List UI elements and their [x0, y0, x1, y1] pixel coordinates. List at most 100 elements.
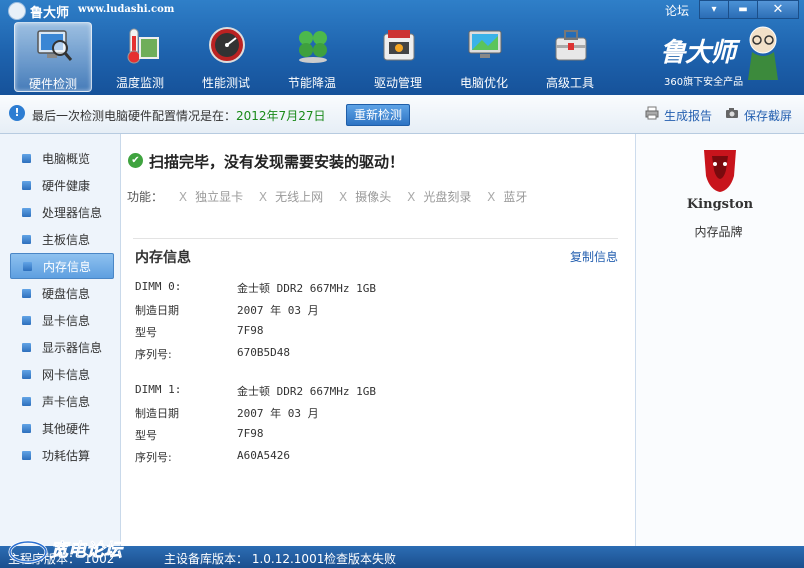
menu-dropdown-button[interactable]: ▾ — [699, 0, 729, 19]
check-icon: ✔ — [128, 153, 143, 168]
feature-item: X 无线上网 — [259, 190, 323, 204]
copy-info-link[interactable]: 复制信息 — [570, 248, 618, 265]
thermometer-icon — [127, 28, 159, 64]
model-value: 7F98 — [237, 427, 264, 440]
sidebar-item-label: 主板信息 — [42, 233, 91, 247]
minimize-button[interactable]: ▬ — [728, 0, 758, 19]
nav-driver[interactable]: 驱动管理 — [360, 22, 436, 90]
memory-brand-label: 内存品牌 — [694, 225, 743, 239]
main-panel: ✔ 扫描完毕，没有发现需要安装的驱动！ 功能： X 独立显卡 X 无线上网 X 摄像头… — [121, 134, 634, 546]
optimize-screen-icon — [468, 30, 502, 58]
window-controls: ▾ ▬ ✕ — [699, 0, 799, 19]
main-nav: 硬件检测 温度监测 性能测试 节能降温 驱动管理 电脑优化 高级工具 — [14, 22, 618, 92]
slot-label: DIMM 1: — [135, 383, 182, 396]
sidebar-item-motherboard[interactable]: 主板信息 — [10, 227, 112, 251]
mascot-icon — [748, 26, 778, 80]
sidebar-item-memory[interactable]: 内存信息 — [10, 253, 114, 279]
app-logo-icon — [8, 2, 26, 20]
nav-label: 温度监测 — [115, 76, 164, 90]
watermark-text: 宽电论坛 — [49, 540, 124, 561]
sidebar-item-gpu[interactable]: 显卡信息 — [10, 308, 112, 332]
sidebar-item-sound[interactable]: 声卡信息 — [10, 389, 112, 413]
last-check-date: 2012年7月27日 — [236, 109, 326, 123]
nav-optimize[interactable]: 电脑优化 — [446, 22, 522, 90]
sidebar-item-label: 内存信息 — [43, 260, 92, 274]
app-url: www.ludashi.com — [78, 4, 175, 15]
divider — [133, 238, 618, 239]
feature-item: X 独立显卡 — [179, 190, 243, 204]
feature-label: 独立显卡 — [195, 190, 244, 204]
app-header: 鲁大师 www.ludashi.com 论坛 ▾ ▬ ✕ 硬件检测 温度监测 性… — [0, 0, 804, 95]
nav-label: 电脑优化 — [459, 76, 508, 90]
feature-label: 光盘刻录 — [423, 190, 472, 204]
feature-item: X 光盘刻录 — [407, 190, 471, 204]
sidebar-item-power[interactable]: 功耗估算 — [10, 443, 112, 467]
sidebar-item-label: 硬件健康 — [42, 179, 91, 193]
nav-label: 性能测试 — [201, 76, 250, 90]
bullet-icon — [22, 316, 31, 325]
x-mark-icon: X — [339, 190, 348, 204]
bullet-icon — [22, 370, 31, 379]
nav-advanced-tools[interactable]: 高级工具 — [532, 22, 608, 90]
generate-report-link[interactable]: 生成报告 — [664, 107, 712, 124]
serial-label: 序列号: — [135, 451, 172, 464]
sidebar-item-cpu[interactable]: 处理器信息 — [10, 200, 112, 224]
forum-watermark: 宽电论坛 — [8, 540, 124, 564]
sidebar-item-overview[interactable]: 电脑概览 — [10, 146, 112, 170]
model-value: 7F98 — [237, 324, 264, 337]
sidebar-item-other[interactable]: 其他硬件 — [10, 416, 112, 440]
sidebar-item-display[interactable]: 显示器信息 — [10, 335, 112, 359]
info-icon: ! — [9, 105, 25, 121]
driver-box-icon — [383, 30, 415, 61]
printer-icon — [645, 106, 659, 120]
brand-subtitle: 360旗下安全产品 — [664, 77, 744, 88]
bullet-icon — [22, 397, 31, 406]
nav-label: 驱动管理 — [373, 76, 422, 90]
feature-label: 无线上网 — [275, 190, 324, 204]
monitor-magnifier-icon — [37, 30, 73, 61]
brand-panel: Kingston 内存品牌 — [635, 134, 804, 546]
sidebar-item-health[interactable]: 硬件健康 — [10, 173, 112, 197]
bullet-icon — [22, 208, 31, 217]
last-check-label: 最后一次检测电脑硬件配置情况是在： — [32, 109, 237, 123]
date-label: 制造日期 — [135, 407, 179, 420]
brand-name: 鲁大师 — [660, 38, 736, 68]
clover-leaf-icon — [299, 31, 327, 63]
nav-temperature[interactable]: 温度监测 — [102, 22, 178, 90]
close-button[interactable]: ✕ — [757, 0, 799, 19]
date-label: 制造日期 — [135, 304, 179, 317]
features-label: 功能： — [127, 190, 164, 204]
sidebar-item-network[interactable]: 网卡信息 — [10, 362, 112, 386]
feature-label: 蓝牙 — [503, 190, 528, 204]
model-label: 型号 — [135, 429, 157, 442]
date-value: 2007 年 03 月 — [237, 304, 319, 317]
feature-item: X 摄像头 — [339, 190, 391, 204]
nav-label: 硬件检测 — [28, 77, 77, 91]
info-bar: ! 最后一次检测电脑硬件配置情况是在：2012年7月27日 重新检测 生成报告 … — [0, 95, 804, 134]
sidebar-item-label: 硬盘信息 — [42, 287, 91, 301]
recheck-button[interactable]: 重新检测 — [346, 104, 410, 126]
serial-label: 序列号: — [135, 348, 172, 361]
x-mark-icon: X — [487, 190, 496, 204]
feature-item: X 蓝牙 — [487, 190, 527, 204]
sidebar-item-label: 电脑概览 — [42, 152, 91, 166]
speedometer-icon — [209, 27, 245, 63]
sidebar-item-disk[interactable]: 硬盘信息 — [10, 281, 112, 305]
x-mark-icon: X — [258, 190, 268, 204]
bullet-icon — [22, 343, 31, 352]
x-mark-icon: X — [178, 190, 188, 204]
nav-hardware-detect[interactable]: 硬件检测 — [14, 22, 92, 92]
save-screenshot-link[interactable]: 保存截屏 — [744, 107, 792, 124]
kingston-logo: Kingston — [687, 150, 754, 212]
serial-value: 670B5D48 — [237, 346, 290, 359]
nav-label: 节能降温 — [287, 76, 336, 90]
sidebar-item-label: 功耗估算 — [42, 449, 91, 463]
camera-icon — [726, 108, 738, 118]
slot-label: DIMM 0: — [135, 280, 182, 293]
sidebar-item-label: 处理器信息 — [42, 206, 103, 220]
forum-link[interactable]: 论坛 — [665, 2, 689, 19]
nav-performance[interactable]: 性能测试 — [188, 22, 264, 90]
bullet-icon — [22, 181, 31, 190]
sidebar-item-label: 显示器信息 — [42, 341, 103, 355]
nav-energy[interactable]: 节能降温 — [274, 22, 350, 90]
